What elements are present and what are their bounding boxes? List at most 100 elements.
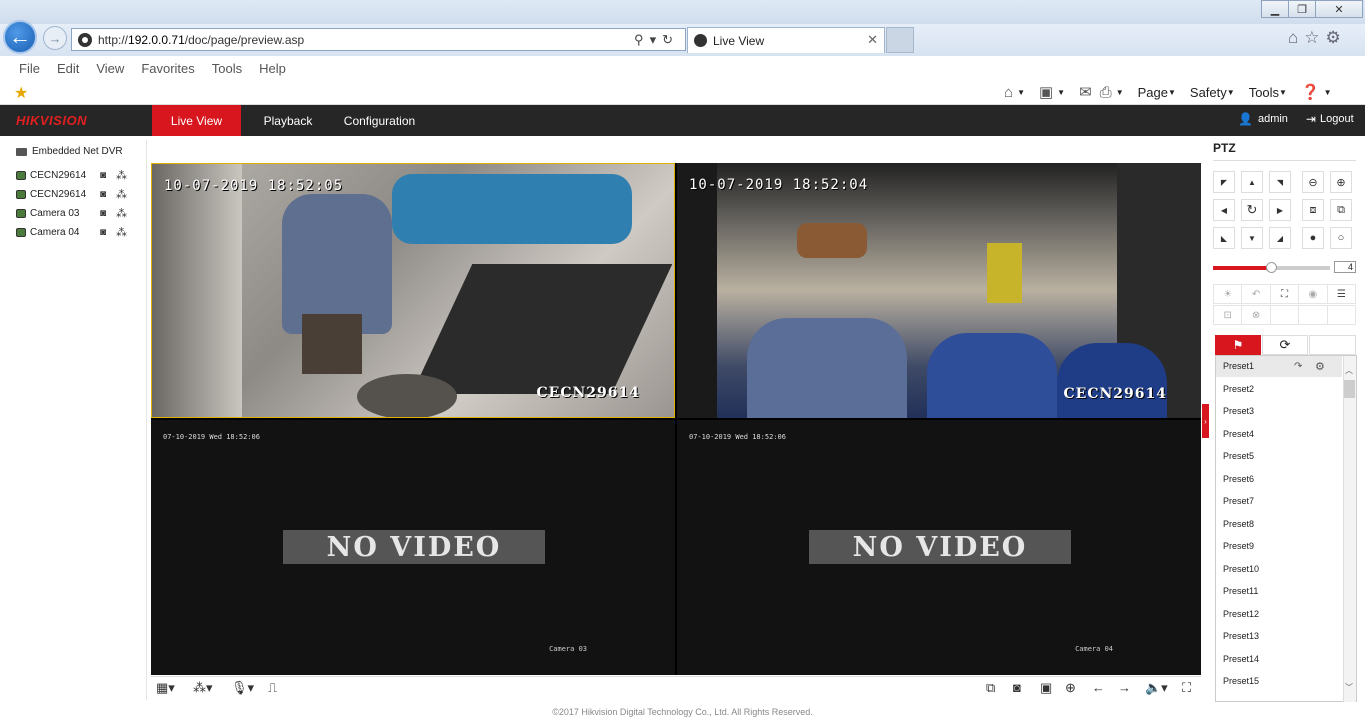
logout-icon[interactable]: ⇥: [1306, 112, 1316, 126]
light-icon[interactable]: ☀: [1214, 285, 1243, 303]
address-tools[interactable]: ⚲▾↻: [634, 32, 679, 48]
window-layout-icon[interactable]: ▦▾: [156, 680, 175, 696]
zoom-out-icon[interactable]: ⊖: [1302, 171, 1324, 193]
call-preset-icon[interactable]: ↷: [1294, 361, 1302, 372]
menu-edit[interactable]: Edit: [57, 61, 79, 76]
record-icon[interactable]: ◙: [100, 189, 106, 200]
maximize-button[interactable]: ❐: [1288, 0, 1316, 18]
scroll-down-icon[interactable]: ﹀: [1345, 682, 1353, 693]
add-favorite-icon[interactable]: ★: [14, 83, 28, 103]
preset-item[interactable]: Preset14: [1223, 654, 1259, 664]
record-icon[interactable]: ◙: [100, 208, 106, 219]
record-icon[interactable]: ◙: [100, 227, 106, 238]
pattern-tab[interactable]: [1309, 335, 1356, 355]
wiper-icon[interactable]: ↶: [1242, 285, 1271, 303]
video-pane-1[interactable]: 10-07-2019 18:52:05 CECN29614: [151, 163, 675, 418]
video-pane-3[interactable]: 07-10-2019 Wed 18:52:06 NO VIDEO Camera …: [151, 420, 675, 675]
preset-item[interactable]: Preset12: [1223, 609, 1259, 619]
audio-icon[interactable]: 🔈▾: [1145, 680, 1168, 696]
preset-item[interactable]: Preset8: [1223, 519, 1254, 529]
preset-item[interactable]: Preset13: [1223, 631, 1259, 641]
ptz-down-button[interactable]: ▼: [1241, 227, 1263, 249]
nav-configuration[interactable]: Configuration: [337, 105, 422, 136]
ptz-up-right-button[interactable]: ◥: [1269, 171, 1291, 193]
feeds-dropdown-icon[interactable]: ▼: [1057, 88, 1065, 97]
lens-init-icon[interactable]: ◉: [1299, 285, 1328, 303]
home-icon[interactable]: ⌂: [1004, 84, 1013, 101]
zoom-icon[interactable]: ⊕: [1065, 680, 1076, 696]
back-button[interactable]: ←: [3, 20, 37, 54]
ptz-down-right-button[interactable]: ◢: [1269, 227, 1291, 249]
menu-file[interactable]: File: [19, 61, 40, 76]
print-icon[interactable]: ⎙: [1100, 84, 1112, 101]
collapse-panel-handle[interactable]: ›: [1202, 404, 1209, 438]
patrol-tab[interactable]: ⟳: [1262, 335, 1308, 355]
fullscreen-icon[interactable]: ⛶: [1182, 680, 1191, 696]
search-icon[interactable]: ⚲: [634, 32, 650, 47]
preset-scroll-thumb[interactable]: [1344, 380, 1355, 398]
ptz-control-icon[interactable]: ⁂: [116, 188, 127, 201]
microphone-icon[interactable]: 🎙▾: [231, 680, 254, 696]
focus-far-icon[interactable]: ⧉: [1330, 199, 1352, 221]
ptz-down-left-button[interactable]: ◣: [1213, 227, 1235, 249]
preset-item[interactable]: Preset10: [1223, 564, 1259, 574]
page-menu[interactable]: Page: [1138, 85, 1168, 100]
menu-help[interactable]: Help: [259, 61, 286, 76]
video-pane-2[interactable]: 10-07-2019 18:52:04 CECN29614: [677, 163, 1201, 418]
help-icon[interactable]: ❓: [1301, 83, 1320, 101]
ptz-right-button[interactable]: ▶: [1269, 199, 1291, 221]
camera-item[interactable]: CECN29614 ◙ ⁂: [16, 188, 134, 201]
iris-close-icon[interactable]: ●: [1302, 227, 1324, 249]
snapshot-icon[interactable]: ◙: [1013, 680, 1021, 695]
ptz-speed-knob[interactable]: [1266, 262, 1277, 273]
ptz-control-icon[interactable]: ⁂: [116, 207, 127, 220]
preset-item[interactable]: Preset2: [1223, 384, 1254, 394]
manual-track-icon[interactable]: ⊗: [1242, 306, 1271, 324]
camera-item[interactable]: CECN29614 ◙ ⁂: [16, 169, 134, 182]
ptz-up-left-button[interactable]: ◤: [1213, 171, 1235, 193]
address-bar[interactable]: http://192.0.0.71/doc/page/preview.asp ⚲…: [71, 28, 686, 51]
home-icon[interactable]: ⌂: [1288, 28, 1304, 47]
forward-button[interactable]: →: [43, 26, 67, 50]
mail-icon[interactable]: ✉: [1079, 83, 1092, 101]
iris-open-icon[interactable]: ○: [1330, 227, 1352, 249]
next-page-icon[interactable]: →: [1118, 680, 1131, 695]
ptz-up-button[interactable]: ▲: [1241, 171, 1263, 193]
help-dropdown-icon[interactable]: ▼: [1324, 88, 1332, 97]
new-tab-button[interactable]: [886, 27, 914, 53]
3d-position-icon[interactable]: ⛶: [1271, 285, 1300, 303]
preset-item[interactable]: Preset1: [1223, 361, 1254, 371]
set-preset-gear-icon[interactable]: ⚙: [1315, 360, 1325, 373]
video-pane-4[interactable]: 07-10-2019 Wed 18:52:06 NO VIDEO Camera …: [677, 420, 1201, 675]
nav-playback[interactable]: Playback: [255, 105, 321, 136]
preset-item[interactable]: Preset3: [1223, 406, 1254, 416]
safety-menu[interactable]: Safety: [1190, 85, 1227, 100]
menu-icon[interactable]: ☰: [1328, 285, 1355, 303]
preset-item[interactable]: Preset11: [1223, 586, 1258, 596]
refresh-icon[interactable]: ↻: [662, 32, 679, 47]
nav-live-view[interactable]: Live View: [152, 105, 241, 136]
menu-view[interactable]: View: [96, 61, 124, 76]
focus-near-icon[interactable]: ⧈: [1302, 199, 1324, 221]
minimize-button[interactable]: ▁: [1261, 0, 1289, 18]
preset-scrollbar[interactable]: [1343, 356, 1356, 702]
camera-item[interactable]: Camera 03 ◙ ⁂: [16, 207, 134, 220]
print-dropdown-icon[interactable]: ▼: [1116, 88, 1124, 97]
menu-favorites[interactable]: Favorites: [141, 61, 194, 76]
camera-item[interactable]: Camera 04 ◙ ⁂: [16, 227, 134, 239]
preset-tab[interactable]: ⚑: [1215, 335, 1261, 355]
preset-item[interactable]: Preset6: [1223, 474, 1254, 484]
favorites-star-icon[interactable]: ☆: [1304, 28, 1325, 47]
zoom-in-icon[interactable]: ⊕: [1330, 171, 1352, 193]
stream-icon[interactable]: ⎍: [268, 680, 277, 696]
preset-item[interactable]: Preset7: [1223, 496, 1254, 506]
preset-item[interactable]: Preset5: [1223, 451, 1254, 461]
focus-assist-icon[interactable]: ⊡: [1214, 306, 1243, 324]
previous-page-icon[interactable]: ←: [1092, 680, 1105, 695]
stop-all-icon[interactable]: ⧉: [986, 680, 995, 696]
gear-icon[interactable]: ⚙: [1326, 28, 1347, 47]
ptz-mode-icon[interactable]: ⁂▾: [193, 680, 213, 696]
ptz-auto-button[interactable]: ↻: [1241, 199, 1263, 221]
close-window-button[interactable]: ✕: [1315, 0, 1363, 18]
ptz-control-icon[interactable]: ⁂: [116, 169, 127, 182]
